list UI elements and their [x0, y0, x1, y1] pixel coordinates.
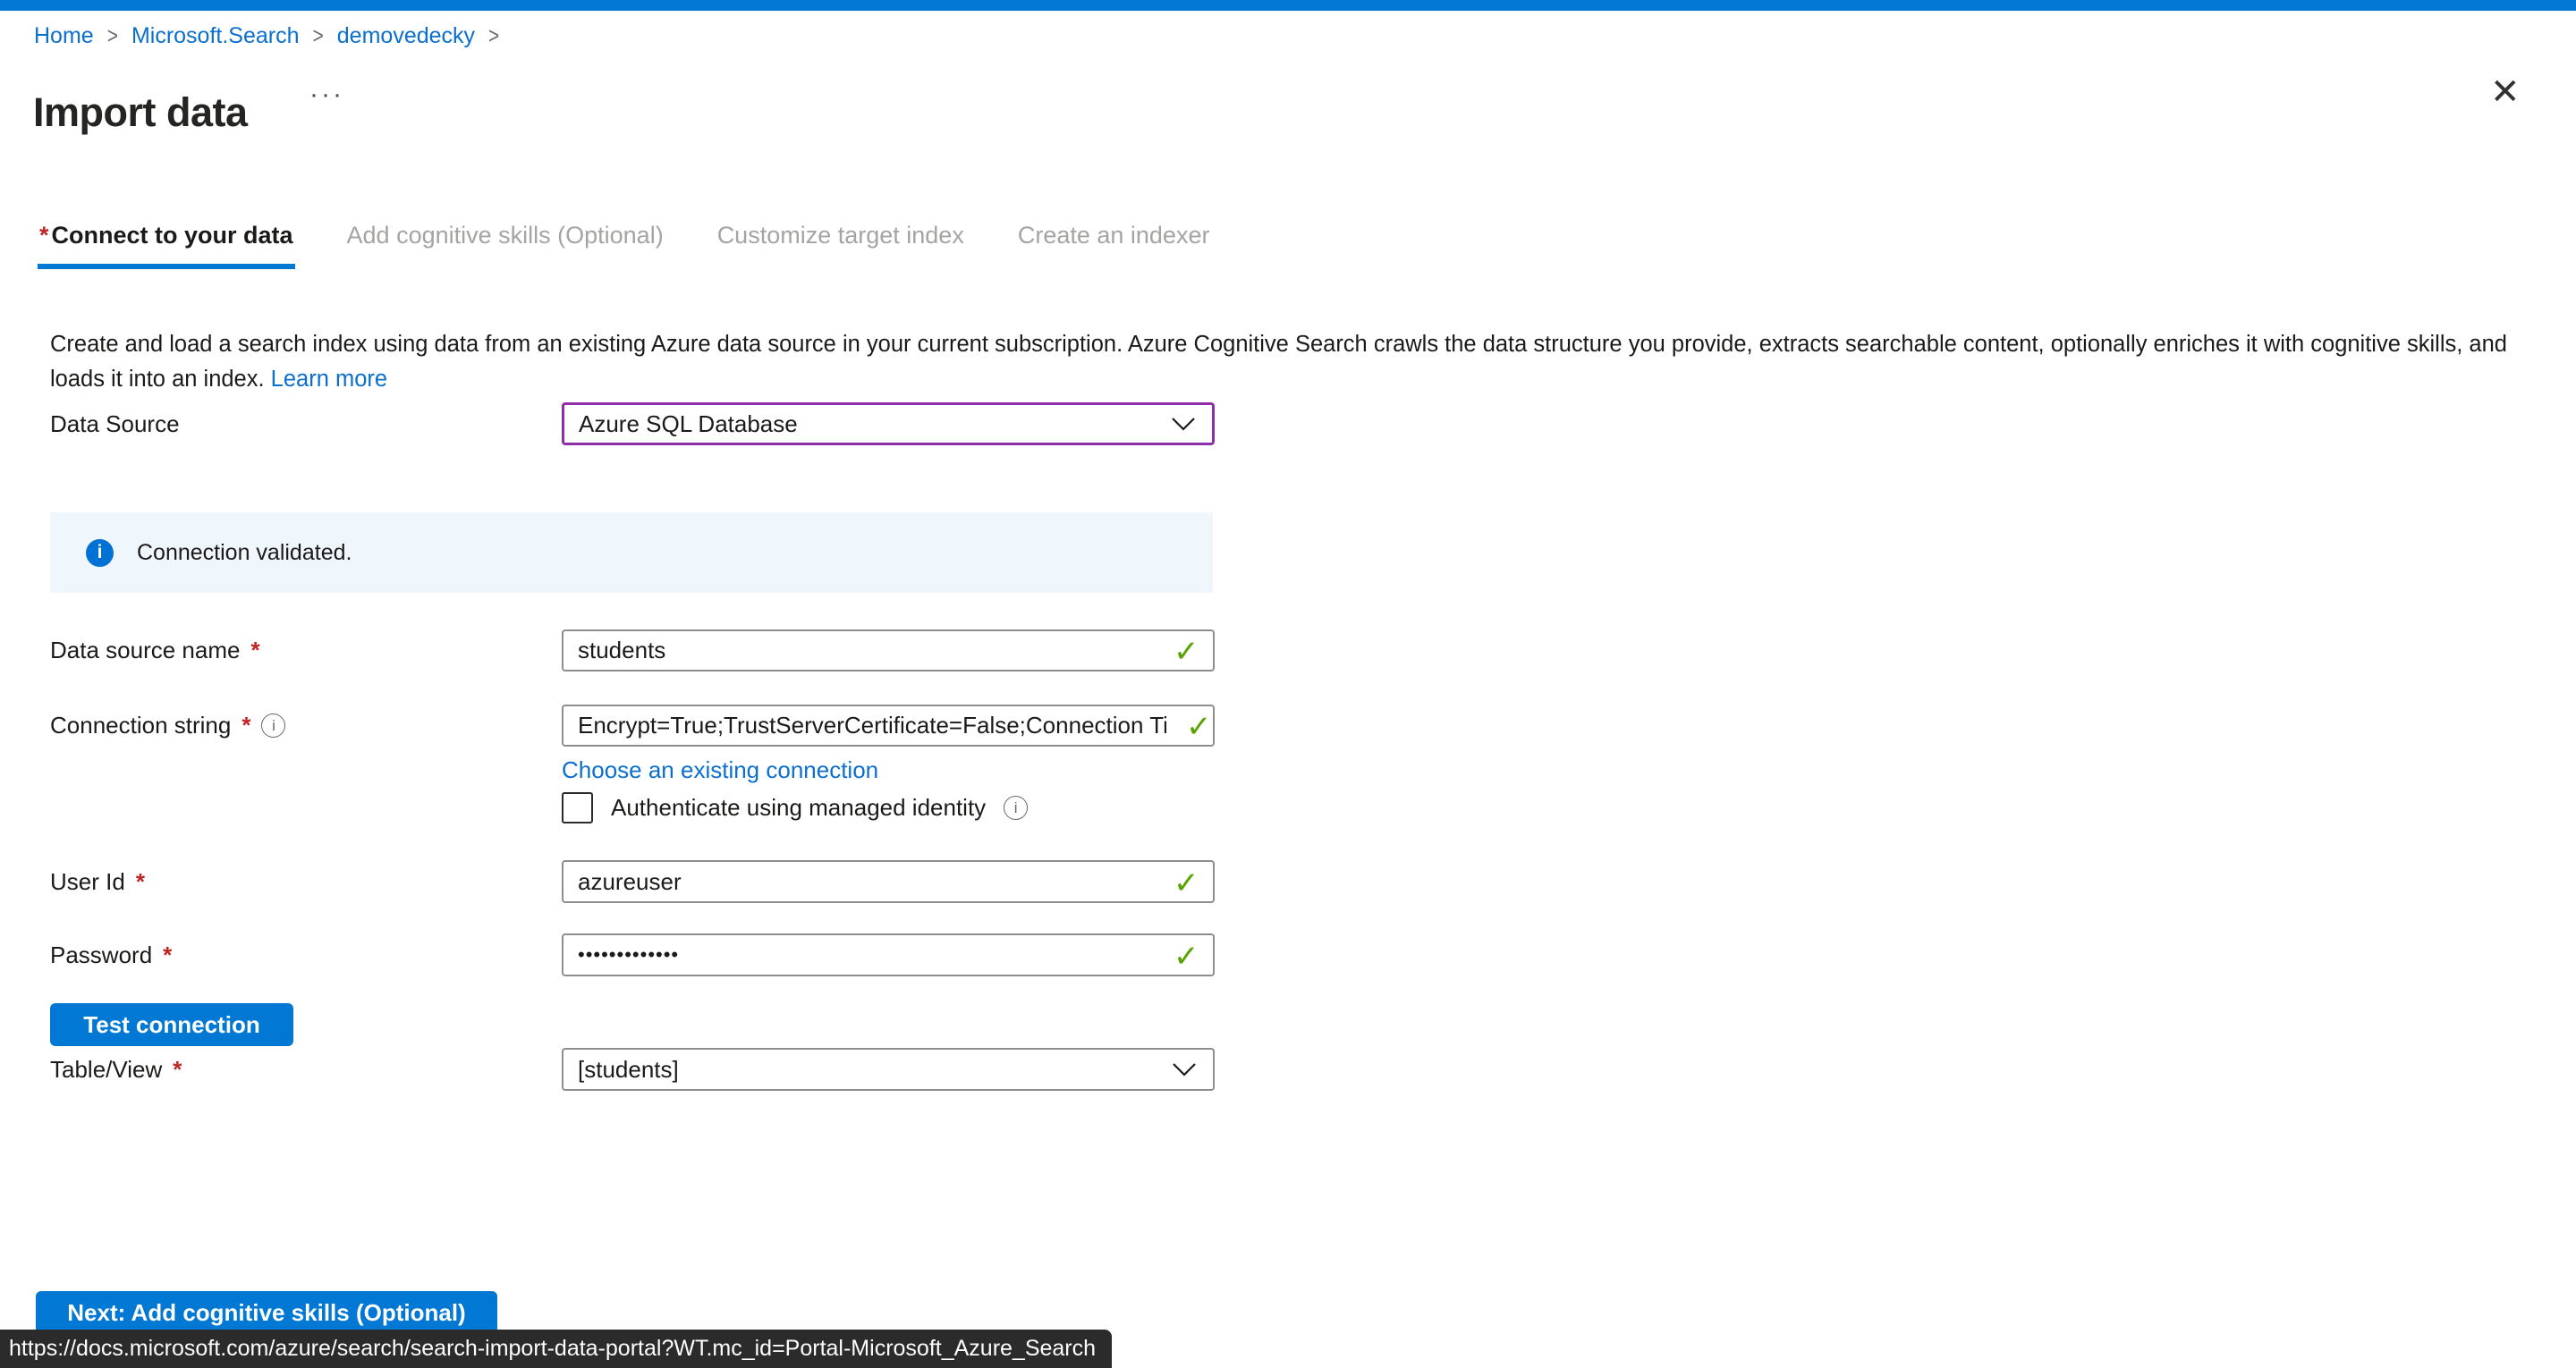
- data-source-name-label: Data source name*: [50, 629, 260, 671]
- managed-identity-checkbox[interactable]: [562, 792, 593, 823]
- required-asterisk: *: [250, 637, 259, 664]
- valid-check-icon: ✓: [1174, 634, 1199, 670]
- user-id-label: User Id*: [50, 860, 145, 903]
- info-icon[interactable]: i: [261, 714, 285, 738]
- breadcrumb: Home > Microsoft.Search > demovedecky >: [34, 23, 499, 49]
- breadcrumb-microsoft-search[interactable]: Microsoft.Search: [131, 23, 300, 49]
- next-add-cognitive-skills-button[interactable]: Next: Add cognitive skills (Optional): [36, 1291, 497, 1334]
- close-icon[interactable]: ✕: [2485, 73, 2526, 111]
- chevron-right-icon: >: [313, 23, 324, 50]
- chevron-down-icon: [1172, 1062, 1197, 1077]
- required-asterisk: *: [136, 868, 145, 896]
- banner-text: Connection validated.: [137, 540, 352, 566]
- browser-status-url: https://docs.microsoft.com/azure/search/…: [0, 1330, 1112, 1368]
- choose-existing-connection-link[interactable]: Choose an existing connection: [562, 756, 878, 784]
- page-description: Create and load a search index using dat…: [50, 327, 2542, 397]
- tab-customize-target-index[interactable]: Customize target index: [716, 222, 966, 269]
- password-input[interactable]: [562, 933, 1215, 976]
- description-text: Create and load a search index using dat…: [50, 332, 2507, 392]
- connection-string-label: Connection string* i: [50, 705, 285, 747]
- valid-check-icon: ✓: [1186, 709, 1212, 745]
- data-source-label: Data Source: [50, 402, 180, 445]
- data-source-name-input[interactable]: [562, 629, 1215, 671]
- connection-validated-banner: i Connection validated.: [50, 512, 1213, 593]
- connection-string-input[interactable]: [562, 705, 1215, 747]
- table-view-dropdown[interactable]: [students]: [562, 1048, 1215, 1091]
- chevron-right-icon: >: [107, 23, 118, 50]
- required-asterisk: *: [242, 712, 250, 739]
- tab-add-cognitive-skills[interactable]: Add cognitive skills (Optional): [345, 222, 665, 269]
- user-id-input[interactable]: [562, 860, 1215, 903]
- table-view-label: Table/View*: [50, 1048, 182, 1091]
- table-view-selected-value: [students]: [578, 1056, 679, 1084]
- test-connection-button[interactable]: Test connection: [50, 1003, 293, 1046]
- breadcrumb-demovedecky[interactable]: demovedecky: [337, 23, 475, 49]
- top-accent-bar: [0, 0, 2576, 11]
- tab-create-an-indexer[interactable]: Create an indexer: [1016, 222, 1212, 269]
- required-asterisk: *: [39, 222, 49, 249]
- required-asterisk: *: [173, 1056, 182, 1084]
- chevron-down-icon: [1171, 417, 1196, 432]
- managed-identity-row: Authenticate using managed identity i: [562, 792, 1028, 823]
- data-source-selected-value: Azure SQL Database: [579, 410, 798, 438]
- tab-connect-to-your-data[interactable]: *Connect to your data: [38, 222, 295, 269]
- chevron-right-icon: >: [488, 23, 499, 50]
- data-source-dropdown[interactable]: Azure SQL Database: [562, 402, 1215, 445]
- wizard-tabs: *Connect to your data Add cognitive skil…: [38, 222, 1211, 269]
- valid-check-icon: ✓: [1174, 866, 1199, 901]
- password-label: Password*: [50, 933, 172, 976]
- context-menu-ellipsis-icon[interactable]: ···: [304, 79, 350, 111]
- breadcrumb-home[interactable]: Home: [34, 23, 94, 49]
- learn-more-link[interactable]: Learn more: [271, 367, 387, 392]
- valid-check-icon: ✓: [1174, 939, 1199, 975]
- info-icon: i: [86, 539, 114, 567]
- required-asterisk: *: [163, 942, 172, 969]
- page-title: Import data: [33, 89, 248, 136]
- managed-identity-label: Authenticate using managed identity: [611, 794, 986, 822]
- info-icon[interactable]: i: [1004, 796, 1028, 820]
